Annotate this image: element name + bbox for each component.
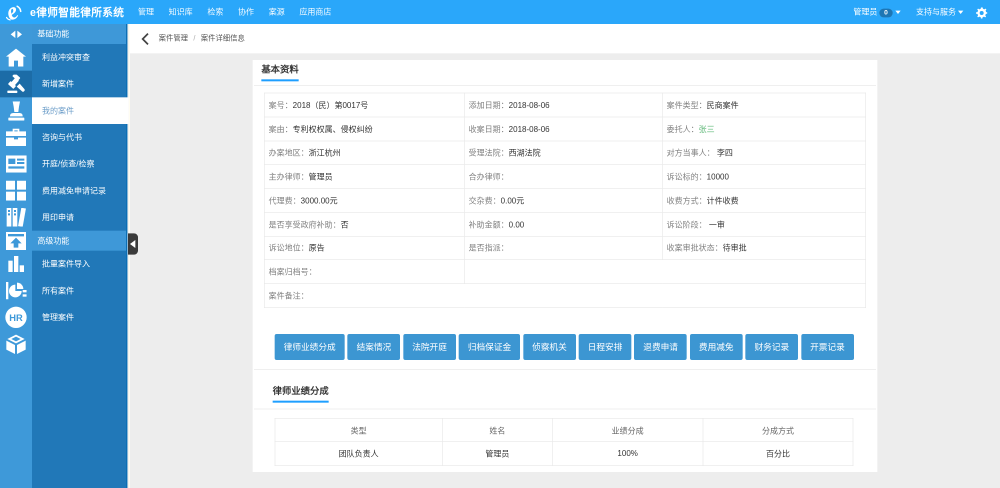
svg-text:HR: HR [9, 313, 23, 323]
